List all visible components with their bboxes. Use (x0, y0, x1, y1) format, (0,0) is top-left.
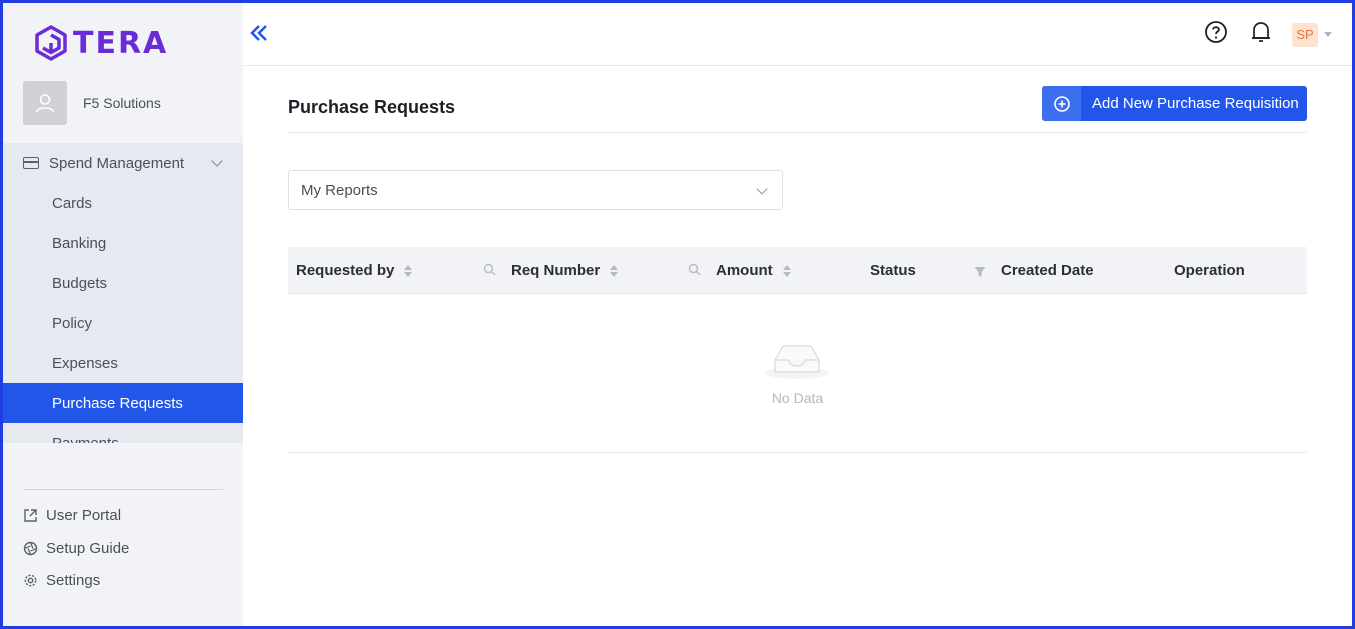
chevron-down-icon (211, 155, 223, 167)
sidebar-menu: Spend Management Cards Banking Budgets P… (3, 143, 243, 443)
sidebar-item-expenses[interactable]: Expenses (3, 343, 243, 383)
sidebar-item-payments[interactable]: Payments (3, 423, 243, 444)
add-purchase-requisition-button[interactable]: Add New Purchase Requisition (1042, 86, 1307, 121)
org-switcher[interactable]: F5 Solutions (23, 81, 161, 125)
column-requested-by[interactable]: Requested by (296, 247, 413, 294)
column-label: Amount (716, 262, 773, 279)
column-label: Status (870, 262, 916, 279)
sidebar-item-policy[interactable]: Policy (3, 303, 243, 343)
plus-circle-icon (1042, 86, 1081, 121)
chevron-down-icon (756, 183, 768, 195)
report-filter-value: My Reports (301, 181, 378, 199)
brand-name: TERA (73, 25, 169, 61)
table-empty-state: No Data (288, 294, 1307, 453)
setup-guide-label: Setup Guide (46, 540, 130, 557)
user-portal-link[interactable]: User Portal (23, 507, 121, 524)
user-avatar[interactable]: SP (1292, 22, 1318, 47)
tera-logo-icon (35, 25, 67, 61)
column-operation: Operation (1174, 247, 1245, 294)
brand-logo[interactable]: TERA (33, 23, 168, 63)
menu-group-spend-management[interactable]: Spend Management (3, 143, 243, 183)
sidebar-divider (23, 489, 223, 490)
column-amount[interactable]: Amount (716, 247, 791, 294)
bell-icon[interactable] (1250, 20, 1272, 49)
org-name: F5 Solutions (83, 95, 161, 111)
settings-label: Settings (46, 572, 101, 589)
column-label: Requested by (296, 262, 395, 279)
gear-icon (24, 574, 37, 587)
report-filter-select[interactable]: My Reports (288, 170, 783, 210)
search-icon[interactable] (483, 263, 496, 281)
setup-guide-link[interactable]: Setup Guide (23, 540, 129, 557)
sort-icon[interactable] (404, 264, 413, 277)
column-created-date[interactable]: Created Date (1001, 247, 1094, 294)
user-icon (36, 94, 54, 113)
aperture-icon (23, 541, 38, 556)
empty-state-text: No Data (771, 390, 824, 406)
table-header: Requested by Req Number Amount Status Cr… (288, 247, 1307, 294)
column-label: Operation (1174, 262, 1245, 279)
sidebar-item-cards[interactable]: Cards (3, 183, 243, 223)
column-req-number[interactable]: Req Number (511, 247, 619, 294)
external-link-icon (24, 509, 37, 522)
sidebar-item-banking[interactable]: Banking (3, 223, 243, 263)
help-icon[interactable] (1204, 20, 1228, 49)
add-button-label: Add New Purchase Requisition (1092, 95, 1299, 112)
page-title: Purchase Requests (288, 97, 456, 117)
column-label: Req Number (511, 262, 601, 279)
settings-link[interactable]: Settings (23, 572, 100, 589)
empty-inbox-icon (765, 338, 829, 385)
search-icon[interactable] (688, 263, 701, 281)
column-status[interactable]: Status (870, 247, 916, 294)
column-label: Created Date (1001, 262, 1094, 279)
sort-icon[interactable] (782, 264, 791, 277)
sidebar: TERA F5 Solutions Spend Management Cards… (3, 3, 243, 626)
sidebar-item-purchase-requests[interactable]: Purchase Requests (3, 383, 243, 423)
org-avatar (23, 81, 67, 125)
card-icon (23, 157, 39, 169)
caret-down-icon[interactable] (1324, 32, 1332, 37)
sort-icon[interactable] (610, 264, 619, 277)
menu-group-label: Spend Management (49, 154, 185, 172)
sidebar-item-budgets[interactable]: Budgets (3, 263, 243, 303)
user-portal-label: User Portal (46, 507, 122, 524)
collapse-sidebar-button[interactable] (248, 23, 270, 48)
double-chevron-left-icon (250, 25, 267, 41)
filter-icon[interactable] (974, 265, 986, 283)
top-bar: SP (243, 3, 1352, 66)
header-actions: SP (1204, 20, 1332, 49)
title-divider (288, 132, 1307, 133)
